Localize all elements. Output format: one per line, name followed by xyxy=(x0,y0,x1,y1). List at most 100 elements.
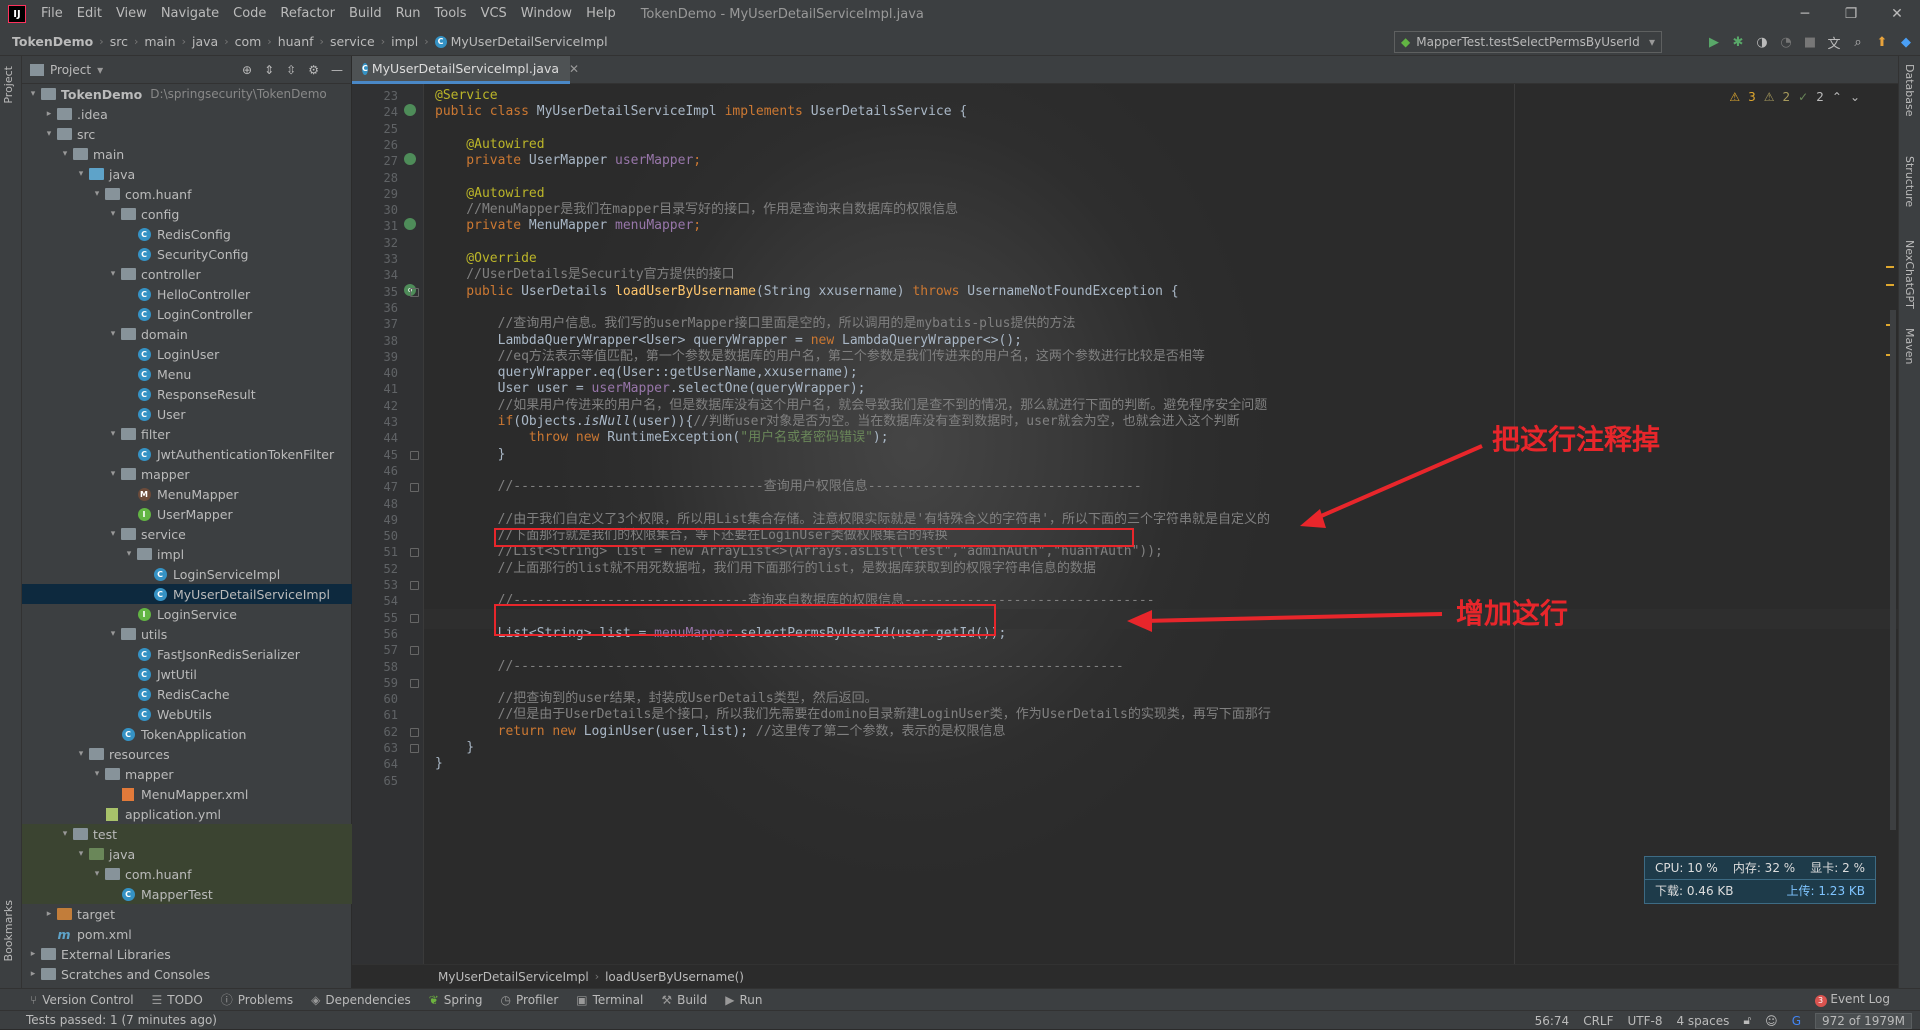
breadcrumb-method[interactable]: loadUserByUsername() xyxy=(605,970,744,984)
restore-icon[interactable]: ❐ xyxy=(1828,0,1874,28)
run-configuration-select[interactable]: ◆ MapperTest.testSelectPermsByUserId ▾ xyxy=(1394,31,1662,53)
expand-all-icon[interactable]: ⇕ xyxy=(264,63,274,77)
chevron-right-icon[interactable]: ▸ xyxy=(42,109,56,119)
project-tool-tab[interactable]: Project xyxy=(2,66,15,104)
tree-item[interactable]: C ResponseResult xyxy=(22,384,352,404)
nexchatgpt-tool-tab[interactable]: NexChatGPT xyxy=(1903,240,1916,309)
menu-edit[interactable]: Edit xyxy=(70,0,109,28)
tree-item[interactable]: C LoginController xyxy=(22,304,352,324)
crumb-src[interactable]: src xyxy=(110,34,128,49)
structure-tool-tab[interactable]: Structure xyxy=(1903,156,1916,207)
close-icon[interactable]: ✕ xyxy=(569,62,579,76)
menu-run[interactable]: Run xyxy=(389,0,428,28)
update-icon[interactable]: ⬆ xyxy=(1874,34,1890,50)
tree-item[interactable]: C WebUtils xyxy=(22,704,352,724)
tree-item[interactable]: I UserMapper xyxy=(22,504,352,524)
chevron-down-icon[interactable]: ▾ xyxy=(58,829,72,839)
tool-tab-spring[interactable]: ❦ Spring xyxy=(429,993,483,1007)
chevron-down-icon[interactable]: ▾ xyxy=(90,189,104,199)
chevron-down-icon[interactable]: ▾ xyxy=(106,209,120,219)
code-editor[interactable]: 23 24 25 26 27 28 29 30 31 32 33 34 35 36 37 38 39 40 41 42… xyxy=(352,84,1898,964)
tree-item[interactable]: ▾ domain xyxy=(22,324,352,344)
run-icon[interactable]: ▶ xyxy=(1706,34,1722,50)
tree-item[interactable]: ▾ mapper xyxy=(22,464,352,484)
crumb-service[interactable]: service xyxy=(330,34,375,49)
tree-item[interactable]: ▸ External Libraries xyxy=(22,944,352,964)
tree-item[interactable]: ▾ test xyxy=(22,824,352,844)
breadcrumb-class[interactable]: MyUserDetailServiceImpl xyxy=(438,970,589,984)
tool-tab-todo[interactable]: ☰ TODO xyxy=(152,993,203,1007)
project-panel-title[interactable]: Project xyxy=(50,63,91,77)
lock-icon[interactable]: 🔓︎ xyxy=(1743,1013,1751,1028)
tree-item[interactable]: MenuMapper.xml xyxy=(22,784,352,804)
tree-item[interactable]: ▾ service xyxy=(22,524,352,544)
tree-item[interactable]: ▾ com.huanf xyxy=(22,184,352,204)
tree-item[interactable]: ▸ target xyxy=(22,904,352,924)
tree-item[interactable]: ▾ controller xyxy=(22,264,352,284)
menu-build[interactable]: Build xyxy=(342,0,389,28)
status-message[interactable]: Tests passed: 1 (7 minutes ago) xyxy=(26,1013,217,1027)
tool-tab-version-control[interactable]: ⑂ Version Control xyxy=(30,993,134,1007)
tree-item[interactable]: m pom.xml xyxy=(22,924,352,944)
tree-item[interactable]: ▾ filter xyxy=(22,424,352,444)
stop-icon[interactable]: ■ xyxy=(1802,34,1818,50)
menu-refactor[interactable]: Refactor xyxy=(273,0,342,28)
tree-item[interactable]: ▾ main xyxy=(22,144,352,164)
tree-item[interactable]: ▾ resources xyxy=(22,744,352,764)
tool-tab-terminal[interactable]: ▣ Terminal xyxy=(576,993,643,1007)
tree-item[interactable]: C JwtUtil xyxy=(22,664,352,684)
chevron-down-icon[interactable]: ▾ xyxy=(106,429,120,439)
tool-tab-run[interactable]: ▶ Run xyxy=(725,993,762,1007)
tree-item[interactable]: C FastJsonRedisSerializer xyxy=(22,644,352,664)
tree-item[interactable]: C JwtAuthenticationTokenFilter xyxy=(22,444,352,464)
crumb-project[interactable]: TokenDemo xyxy=(12,34,93,49)
tree-item[interactable]: I LoginService xyxy=(22,604,352,624)
menu-tools[interactable]: Tools xyxy=(428,0,474,28)
tree-item[interactable]: ▾ mapper xyxy=(22,764,352,784)
chevron-down-icon[interactable]: ▾ xyxy=(97,63,103,77)
tool-tab-profiler[interactable]: ◷ Profiler xyxy=(501,993,559,1007)
google-icon[interactable]: G xyxy=(1792,1014,1801,1028)
chevron-right-icon[interactable]: ▸ xyxy=(26,969,40,979)
crumb-main[interactable]: main xyxy=(144,34,175,49)
chevron-down-icon[interactable]: ▾ xyxy=(106,269,120,279)
database-tool-tab[interactable]: Database xyxy=(1903,64,1916,117)
editor-tab-active[interactable]: C MyUserDetailServiceImpl.java ✕ xyxy=(352,56,579,84)
translate-icon[interactable]: 文 xyxy=(1826,34,1842,52)
chevron-right-icon[interactable]: ▸ xyxy=(26,949,40,959)
close-icon[interactable]: ✕ xyxy=(1874,0,1920,28)
minimize-icon[interactable]: ─ xyxy=(1782,0,1828,28)
chevron-down-icon[interactable]: ▾ xyxy=(74,169,88,179)
tree-item[interactable]: ▾ impl xyxy=(22,544,352,564)
tool-tab-build[interactable]: ⚒ Build xyxy=(661,993,707,1007)
tree-item[interactable]: ▾ java xyxy=(22,844,352,864)
maven-tool-tab[interactable]: Maven xyxy=(1903,328,1916,364)
indent-setting[interactable]: 4 spaces xyxy=(1676,1014,1729,1028)
tool-tab-dependencies[interactable]: ◈ Dependencies xyxy=(311,993,411,1007)
tree-item[interactable]: ▸ .idea xyxy=(22,104,352,124)
coverage-icon[interactable]: ◑ xyxy=(1754,34,1770,50)
tree-item[interactable]: ▾ config xyxy=(22,204,352,224)
chevron-down-icon[interactable]: ▾ xyxy=(58,149,72,159)
chevron-down-icon[interactable]: ▾ xyxy=(90,869,104,879)
crumb-java[interactable]: java xyxy=(192,34,218,49)
menu-window[interactable]: Window xyxy=(514,0,579,28)
caret-position[interactable]: 56:74 xyxy=(1535,1014,1570,1028)
chevron-down-icon[interactable]: ▾ xyxy=(106,629,120,639)
menu-help[interactable]: Help xyxy=(579,0,623,28)
hide-icon[interactable]: — xyxy=(331,63,343,77)
bookmarks-tool-tab[interactable]: Bookmarks xyxy=(2,900,15,961)
tool-tab-problems[interactable]: ⓘ Problems xyxy=(221,991,293,1008)
crumb-huanf[interactable]: huanf xyxy=(278,34,314,49)
chevron-down-icon[interactable]: ▾ xyxy=(106,529,120,539)
tree-item[interactable]: C SecurityConfig xyxy=(22,244,352,264)
tree-item[interactable]: C User xyxy=(22,404,352,424)
tree-item[interactable]: C HelloController xyxy=(22,284,352,304)
chevron-down-icon[interactable]: ▾ xyxy=(90,769,104,779)
search-icon[interactable]: ⌕ xyxy=(1850,34,1866,50)
crumb-impl[interactable]: impl xyxy=(391,34,418,49)
crumb-class[interactable]: MyUserDetailServiceImpl xyxy=(451,34,608,49)
tree-item[interactable]: ▾ src xyxy=(22,124,352,144)
chevron-down-icon[interactable]: ▾ xyxy=(42,129,56,139)
tree-item[interactable]: M MenuMapper xyxy=(22,484,352,504)
